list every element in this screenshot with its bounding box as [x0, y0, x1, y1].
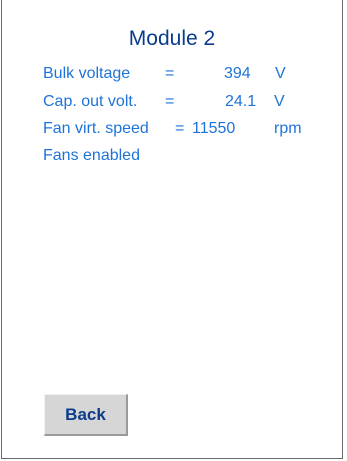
reading-value: 11550	[192, 120, 236, 137]
reading-unit: V	[275, 65, 286, 82]
reading-equals: =	[165, 65, 175, 82]
reading-unit: rpm	[274, 120, 302, 137]
reading-unit: V	[274, 93, 285, 110]
reading-label: Bulk voltage	[43, 65, 131, 82]
reading-label: Fan virt. speed	[43, 120, 149, 137]
back-button[interactable]: Back	[44, 394, 128, 436]
reading-equals: =	[165, 93, 175, 110]
screen-panel: Module 2 Bulk voltage = 394 V Cap. out v…	[1, 0, 343, 459]
page-title: Module 2	[128, 27, 216, 50]
reading-equals: =	[175, 120, 185, 137]
reading-value: 394	[224, 65, 251, 82]
fans-status-text: Fans enabled	[43, 147, 140, 164]
reading-value: 24.1	[225, 93, 257, 110]
reading-label: Cap. out volt.	[43, 93, 138, 110]
